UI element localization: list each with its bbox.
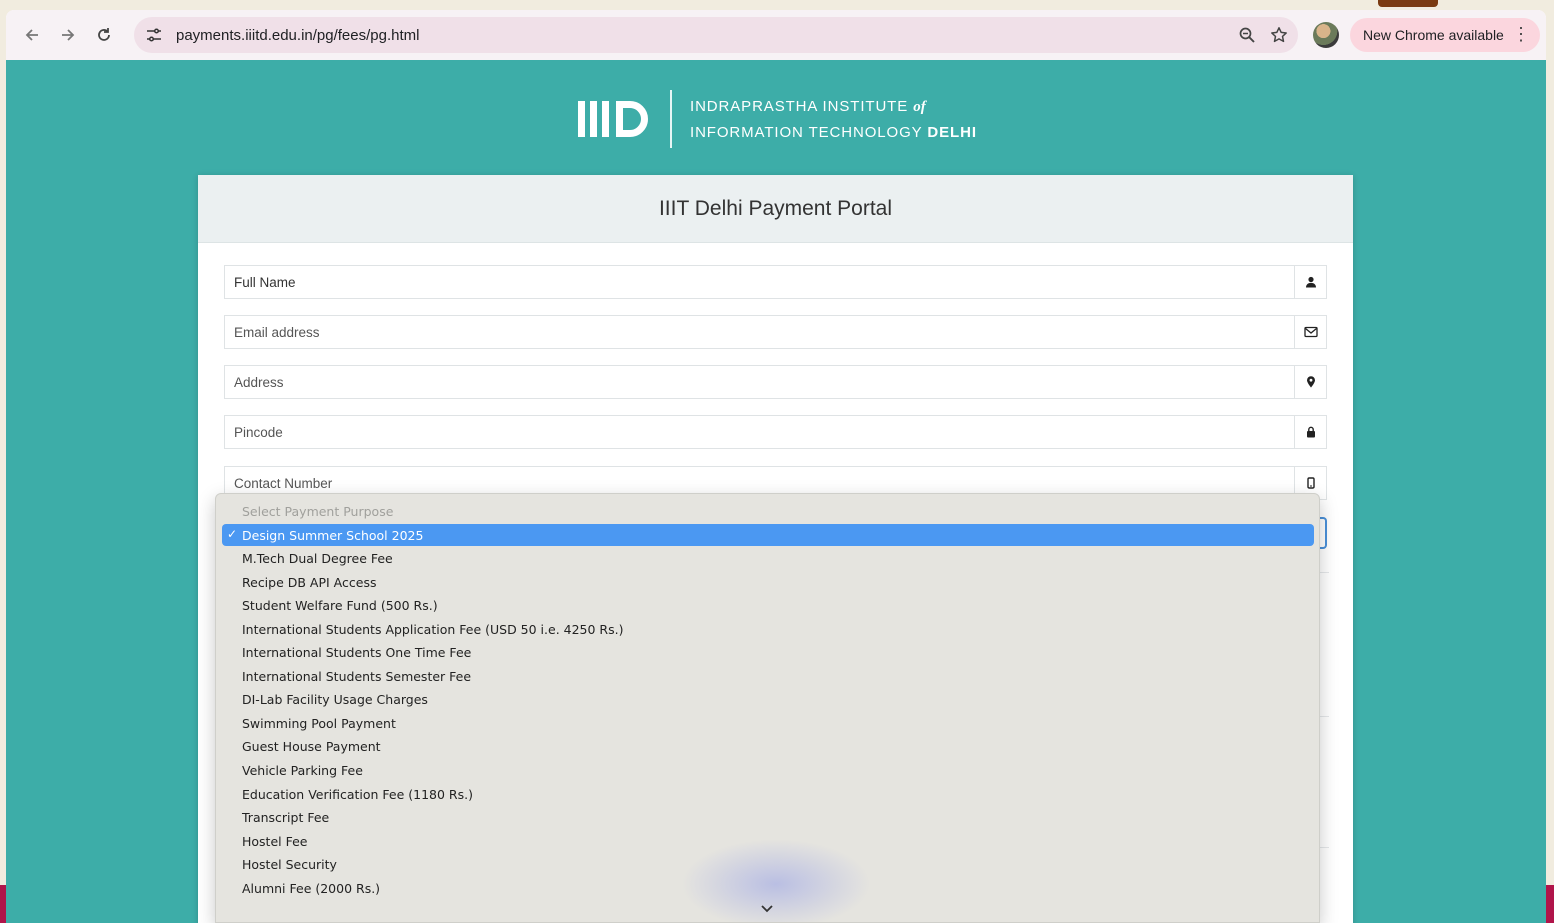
divider (1319, 847, 1329, 848)
divider (1319, 716, 1329, 717)
dropdown-option[interactable]: Recipe DB API Access (222, 571, 1314, 593)
url-text[interactable]: payments.iiitd.edu.in/pg/fees/pg.html (176, 27, 419, 44)
address-input[interactable]: Address (225, 366, 1294, 398)
envelope-icon (1294, 316, 1326, 348)
update-label: New Chrome available (1363, 27, 1504, 43)
chevron-down-icon[interactable] (760, 904, 774, 914)
payment-purpose-dropdown[interactable]: Select Payment Purpose ✓ Design Summer Sc… (215, 493, 1320, 923)
dropdown-option[interactable]: Vehicle Parking Fee (222, 760, 1314, 782)
more-menu-icon[interactable]: ⋮ (1512, 24, 1530, 44)
lock-icon (1294, 416, 1326, 448)
desktop-decoration (1378, 0, 1438, 7)
site-info-button[interactable] (136, 17, 172, 53)
tune-icon (147, 28, 161, 42)
address-field[interactable]: Address (224, 365, 1327, 399)
dropdown-option[interactable]: DI-Lab Facility Usage Charges (222, 689, 1314, 711)
arrow-left-icon (25, 29, 38, 41)
card-header: IIIT Delhi Payment Portal (198, 175, 1353, 243)
dropdown-placeholder-option: Select Payment Purpose (242, 503, 394, 519)
dropdown-option[interactable]: Education Verification Fee (1180 Rs.) (222, 783, 1314, 805)
back-button[interactable] (14, 17, 50, 53)
reload-button[interactable] (86, 17, 122, 53)
email-input[interactable]: Email address (225, 316, 1294, 348)
arrow-right-icon (62, 29, 75, 41)
logo-text: INDRAPRASTHA INSTITUTE of INFORMATION TE… (690, 97, 977, 141)
chrome-update-button[interactable]: New Chrome available ⋮ (1350, 18, 1540, 52)
pincode-field[interactable]: Pincode (224, 415, 1327, 449)
zoom-icon[interactable] (1238, 26, 1256, 44)
dropdown-option[interactable]: International Students Application Fee (… (222, 618, 1314, 640)
page-title: IIIT Delhi Payment Portal (658, 196, 893, 220)
checkmark-icon: ✓ (227, 527, 238, 541)
divider (1319, 572, 1329, 573)
full-name-input[interactable]: Full Name (225, 266, 1294, 298)
dropdown-option[interactable]: International Students One Time Fee (222, 642, 1314, 664)
dropdown-option[interactable]: International Students Semester Fee (222, 665, 1314, 687)
dropdown-option[interactable]: Student Welfare Fund (500 Rs.) (222, 595, 1314, 617)
blur-overlay (681, 839, 871, 922)
iiitd-logo: INDRAPRASTHA INSTITUTE of INFORMATION TE… (578, 90, 977, 148)
full-name-field[interactable]: Full Name (224, 265, 1327, 299)
map-marker-icon (1294, 366, 1326, 398)
email-field[interactable]: Email address (224, 315, 1327, 349)
dropdown-option-selected[interactable]: ✓ Design Summer School 2025 (222, 524, 1314, 546)
dropdown-option[interactable]: Swimming Pool Payment (222, 712, 1314, 734)
logo-mark (578, 101, 648, 137)
dropdown-option[interactable]: Transcript Fee (222, 807, 1314, 829)
address-bar[interactable]: payments.iiitd.edu.in/pg/fees/pg.html (134, 17, 1298, 53)
dropdown-option[interactable]: M.Tech Dual Degree Fee (222, 548, 1314, 570)
pincode-input[interactable]: Pincode (225, 416, 1294, 448)
forward-button[interactable] (50, 17, 86, 53)
reload-icon (98, 28, 110, 41)
user-icon (1294, 266, 1326, 298)
logo-divider (670, 90, 672, 148)
desktop-decoration (1546, 885, 1554, 923)
dropdown-option[interactable]: Guest House Payment (222, 736, 1314, 758)
profile-avatar[interactable] (1313, 22, 1339, 48)
browser-toolbar: payments.iiitd.edu.in/pg/fees/pg.html Ne… (6, 10, 1546, 60)
payment-purpose-select[interactable] (1319, 517, 1327, 549)
star-icon[interactable] (1270, 26, 1288, 44)
dropdown-option-label: Design Summer School 2025 (242, 527, 424, 543)
